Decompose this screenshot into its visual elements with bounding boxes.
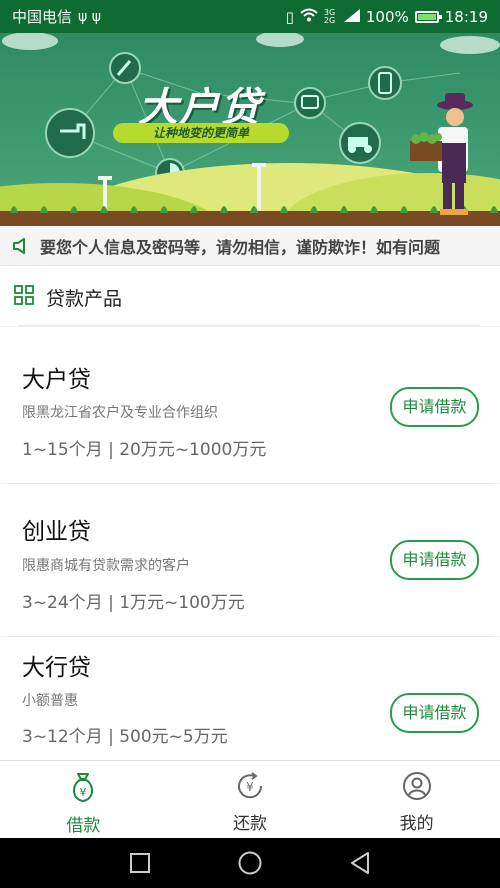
notice-text: 要您个人信息及密码等，请勿相信，谨防欺诈！如有问题 <box>40 237 441 257</box>
divider <box>18 325 480 326</box>
network-type-label: 3G 2G <box>323 7 336 25</box>
home-button[interactable] <box>195 851 305 875</box>
product-name: 大户贷 <box>22 367 91 393</box>
banner-subtitle: 让种地变的更简单 <box>113 123 289 143</box>
tab-mine[interactable]: 我的 <box>333 761 500 839</box>
svg-text:¥: ¥ <box>246 780 254 794</box>
status-bar: 中国电信 ψ ψ ▯ 3G 2G 100% 18:19 <box>0 0 500 33</box>
product-card[interactable]: 创业贷 限惠商城有贷款需求的客户 3~24个月 | 1万元~100万元 申请借款 <box>0 484 500 636</box>
svg-text:¥: ¥ <box>80 786 87 799</box>
tab-repay[interactable]: ¥ 还款 <box>167 761 334 839</box>
speaker-icon <box>0 237 40 254</box>
product-terms: 3~12个月 | 500元~5万元 <box>22 727 228 747</box>
tab-borrow[interactable]: ¥ 借款 <box>0 761 167 839</box>
product-terms: 1~15个月 | 20万元~1000万元 <box>22 440 267 460</box>
usb-icon: ψ ψ <box>78 8 101 25</box>
back-button[interactable] <box>305 852 415 874</box>
grid-icon <box>14 285 34 309</box>
battery-icon <box>414 10 442 23</box>
signal-icon <box>343 8 360 26</box>
product-desc: 限惠商城有贷款需求的客户 <box>22 558 190 574</box>
promo-banner[interactable]: 大户贷 让种地变的更简单 <box>0 33 500 226</box>
section-header: 贷款产品 <box>0 266 500 326</box>
bottom-tab-bar: ¥ 借款 ¥ 还款 我的 <box>0 760 500 839</box>
tab-label: 还款 <box>233 814 267 834</box>
section-title: 贷款产品 <box>46 288 123 310</box>
apply-loan-button[interactable]: 申请借款 <box>390 540 479 580</box>
battery-percent: 100% <box>365 7 409 26</box>
apply-loan-button[interactable]: 申请借款 <box>390 387 479 427</box>
product-card[interactable]: 大行贷 小额普惠 3~12个月 | 500元~5万元 申请借款 <box>0 637 500 760</box>
product-terms: 3~24个月 | 1万元~100万元 <box>22 593 245 613</box>
clock: 18:19 <box>444 7 488 26</box>
user-icon <box>402 771 432 805</box>
carrier-label: 中国电信 <box>12 8 73 26</box>
repay-icon: ¥ <box>234 771 266 805</box>
tab-label: 我的 <box>399 814 434 834</box>
recent-apps-button[interactable] <box>85 853 195 873</box>
product-desc: 限黑龙江省农户及专业合作组织 <box>22 405 218 421</box>
notice-bar[interactable]: 要您个人信息及密码等，请勿相信，谨防欺诈！如有问题 <box>0 226 500 266</box>
apply-loan-button[interactable]: 申请借款 <box>390 693 479 733</box>
tab-label: 借款 <box>66 816 101 836</box>
product-card[interactable]: 大户贷 限黑龙江省农户及专业合作组织 1~15个月 | 20万元~1000万元 … <box>0 327 500 483</box>
vibrate-icon: ▯ <box>285 7 294 26</box>
product-name: 大行贷 <box>22 655 91 681</box>
product-desc: 小额普惠 <box>22 693 78 709</box>
system-nav-bar <box>0 838 500 888</box>
wifi-icon <box>300 8 318 26</box>
money-bag-icon: ¥ <box>70 771 96 807</box>
product-name: 创业贷 <box>22 519 91 545</box>
